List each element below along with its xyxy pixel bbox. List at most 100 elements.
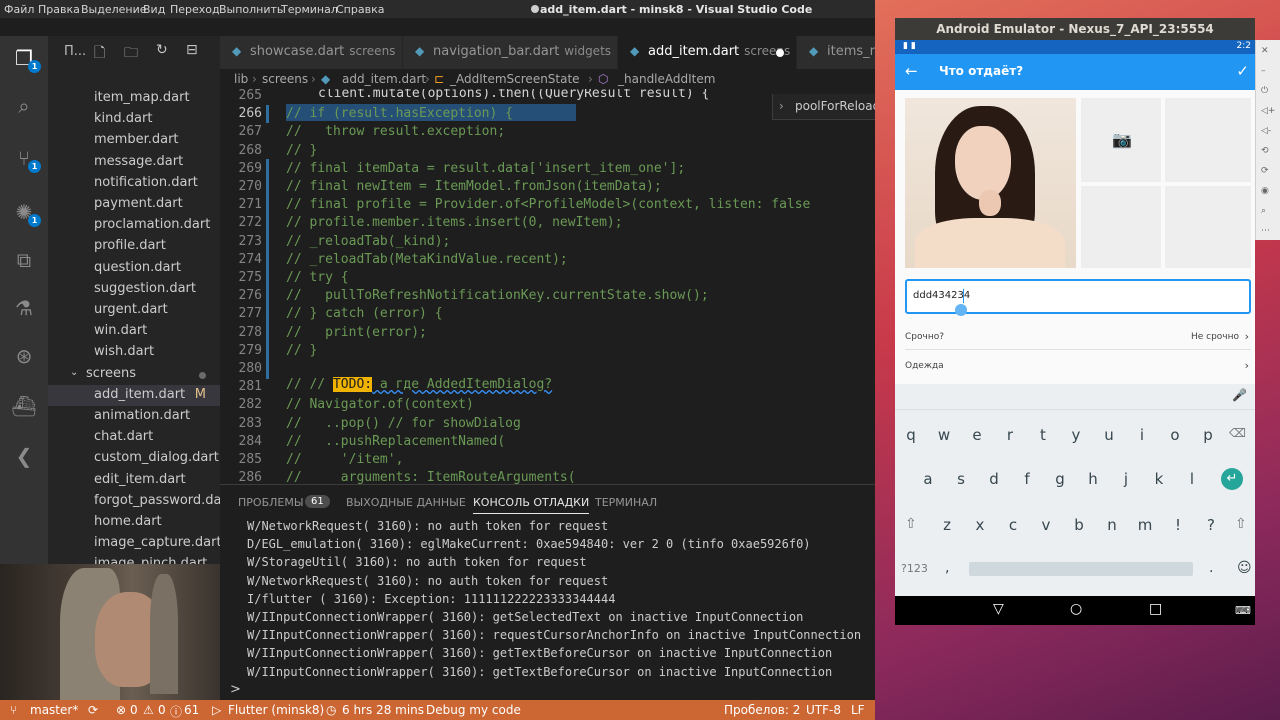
file-item[interactable]: suggestion.dart xyxy=(48,279,220,300)
photo-slot[interactable] xyxy=(1081,186,1161,268)
key[interactable]: e xyxy=(967,426,987,444)
cursor-handle[interactable] xyxy=(955,304,967,316)
eol[interactable]: LF xyxy=(851,703,865,717)
photo-slot[interactable] xyxy=(1165,186,1251,268)
key[interactable]: j xyxy=(1116,470,1136,488)
file-item[interactable]: edit_item.dart xyxy=(48,470,220,491)
testing-icon[interactable]: ⚗ xyxy=(10,294,38,322)
rotate-right-icon[interactable]: ⟳ xyxy=(1261,166,1269,176)
urgency-row[interactable]: Срочно? Не срочно › xyxy=(905,326,1251,350)
camera-icon[interactable]: 📷 xyxy=(1112,130,1132,150)
numbers-key[interactable]: ?123 xyxy=(901,562,928,575)
breadcrumb-lib[interactable]: lib xyxy=(234,72,248,86)
key[interactable]: z xyxy=(937,516,957,534)
tab-navigation-bar[interactable]: ◆ navigation_bar.dart widgets xyxy=(403,36,617,69)
breadcrumb-method[interactable]: _handleAddItem xyxy=(618,72,715,86)
docker-icon[interactable]: ⛴ xyxy=(10,392,38,420)
panel-tab-debug-console[interactable]: КОНСОЛЬ ОТЛАДКИ xyxy=(473,496,590,514)
backspace-icon[interactable]: ⌫ xyxy=(1229,426,1246,440)
info-count[interactable]: 61 xyxy=(184,703,199,717)
file-item[interactable]: payment.dart xyxy=(48,194,220,215)
key[interactable]: y xyxy=(1066,426,1086,444)
key[interactable]: w xyxy=(934,426,954,444)
menu-file[interactable]: Файл xyxy=(4,3,34,16)
menu-selection[interactable]: Выделение xyxy=(81,3,147,16)
key[interactable]: c xyxy=(1003,516,1023,534)
key[interactable]: o xyxy=(1165,426,1185,444)
error-count[interactable]: 0 xyxy=(130,703,138,717)
menu-help[interactable]: Справка xyxy=(336,3,384,16)
key[interactable]: k xyxy=(1149,470,1169,488)
window-close-dot[interactable] xyxy=(531,5,539,13)
file-item[interactable]: forgot_password.dart xyxy=(48,491,220,512)
key[interactable]: f xyxy=(1017,470,1037,488)
key[interactable]: v xyxy=(1036,516,1056,534)
file-item[interactable]: proclamation.dart xyxy=(48,215,220,236)
key[interactable]: n xyxy=(1102,516,1122,534)
more-icon[interactable]: ⋯ xyxy=(1261,226,1270,236)
key[interactable]: p xyxy=(1198,426,1218,444)
shift-icon[interactable]: ⇧ xyxy=(905,516,917,532)
minimize-icon[interactable]: – xyxy=(1261,66,1266,76)
key[interactable]: a xyxy=(918,470,938,488)
photo-slot[interactable] xyxy=(1165,98,1251,182)
file-item[interactable]: notification.dart xyxy=(48,173,220,194)
item-photo[interactable] xyxy=(905,98,1076,268)
debug-icon[interactable]: ✺ 1 xyxy=(10,198,41,227)
explorer-icon[interactable]: ❐ 1 xyxy=(10,44,41,73)
tab-showcase[interactable]: ◆ showcase.dart screens xyxy=(220,36,402,69)
check-icon[interactable]: ✓ xyxy=(1236,62,1249,80)
file-item[interactable]: wish.dart xyxy=(48,342,220,363)
breadcrumb-file[interactable]: add_item.dart xyxy=(342,72,426,86)
sync-icon[interactable]: ⟳ xyxy=(88,703,98,717)
file-item[interactable]: message.dart xyxy=(48,152,220,173)
shift-icon[interactable]: ⇧ xyxy=(1235,516,1247,532)
search-icon[interactable]: ⌕ xyxy=(10,92,38,120)
key[interactable]: u xyxy=(1099,426,1119,444)
file-item[interactable]: profile.dart xyxy=(48,236,220,257)
flutter-icon[interactable]: ❮ xyxy=(10,442,38,470)
git-graph-icon[interactable]: ⊛ xyxy=(10,342,38,370)
period-key[interactable]: . xyxy=(1209,560,1213,576)
source-control-icon[interactable]: ⑂ 1 xyxy=(10,144,41,173)
key[interactable]: q xyxy=(901,426,921,444)
console-prompt[interactable]: > xyxy=(230,682,241,697)
file-item[interactable]: custom_dialog.dart xyxy=(48,448,220,469)
key[interactable]: b xyxy=(1069,516,1089,534)
key[interactable]: i xyxy=(1132,426,1152,444)
tab-add-item[interactable]: ◆ add_item.dart screens xyxy=(618,36,796,69)
indent-setting[interactable]: Пробелов: 2 xyxy=(724,703,800,717)
key[interactable]: l xyxy=(1182,470,1202,488)
volume-up-icon[interactable]: ◁+ xyxy=(1261,106,1275,116)
key[interactable]: r xyxy=(1000,426,1020,444)
zoom-icon[interactable]: ⌕ xyxy=(1261,206,1266,216)
emoji-key[interactable]: ☺ xyxy=(1237,560,1252,576)
keyboard-switch-icon[interactable]: ⌨ xyxy=(1235,604,1251,617)
file-item[interactable]: chat.dart xyxy=(48,427,220,448)
key[interactable]: d xyxy=(984,470,1004,488)
extensions-icon[interactable]: ⧉ xyxy=(10,246,38,274)
sticky-peek[interactable]: › poolForReload xyxy=(772,94,875,120)
power-icon[interactable]: ⏻ xyxy=(1261,86,1268,96)
file-item[interactable]: win.dart xyxy=(48,321,220,342)
category-row[interactable]: Одежда › xyxy=(905,355,1251,379)
menu-edit[interactable]: Правка xyxy=(38,3,80,16)
panel-tab-terminal[interactable]: ТЕРМИНАЛ xyxy=(595,496,657,509)
key[interactable]: h xyxy=(1083,470,1103,488)
file-item[interactable]: question.dart xyxy=(48,258,220,279)
volume-down-icon[interactable]: ◁- xyxy=(1261,126,1271,136)
file-item[interactable]: member.dart xyxy=(48,130,220,151)
file-item[interactable]: urgent.dart xyxy=(48,300,220,321)
folder-screens[interactable]: ⌄ screens xyxy=(48,364,220,385)
file-item-selected[interactable]: add_item.dart M xyxy=(48,384,220,406)
new-folder-icon[interactable]: 🗀 xyxy=(124,42,138,66)
key[interactable]: m xyxy=(1135,516,1155,534)
comma-key[interactable]: , xyxy=(945,560,949,576)
key[interactable]: t xyxy=(1033,426,1053,444)
nav-recents-icon[interactable]: □ xyxy=(1149,601,1162,617)
file-item[interactable]: item_map.dart xyxy=(48,88,220,109)
key[interactable]: g xyxy=(1050,470,1070,488)
debug-mode[interactable]: Debug my code xyxy=(426,703,521,717)
file-item[interactable]: image_pinch.dart xyxy=(48,554,220,564)
panel-tab-problems[interactable]: ПРОБЛЕМЫ xyxy=(238,496,304,509)
